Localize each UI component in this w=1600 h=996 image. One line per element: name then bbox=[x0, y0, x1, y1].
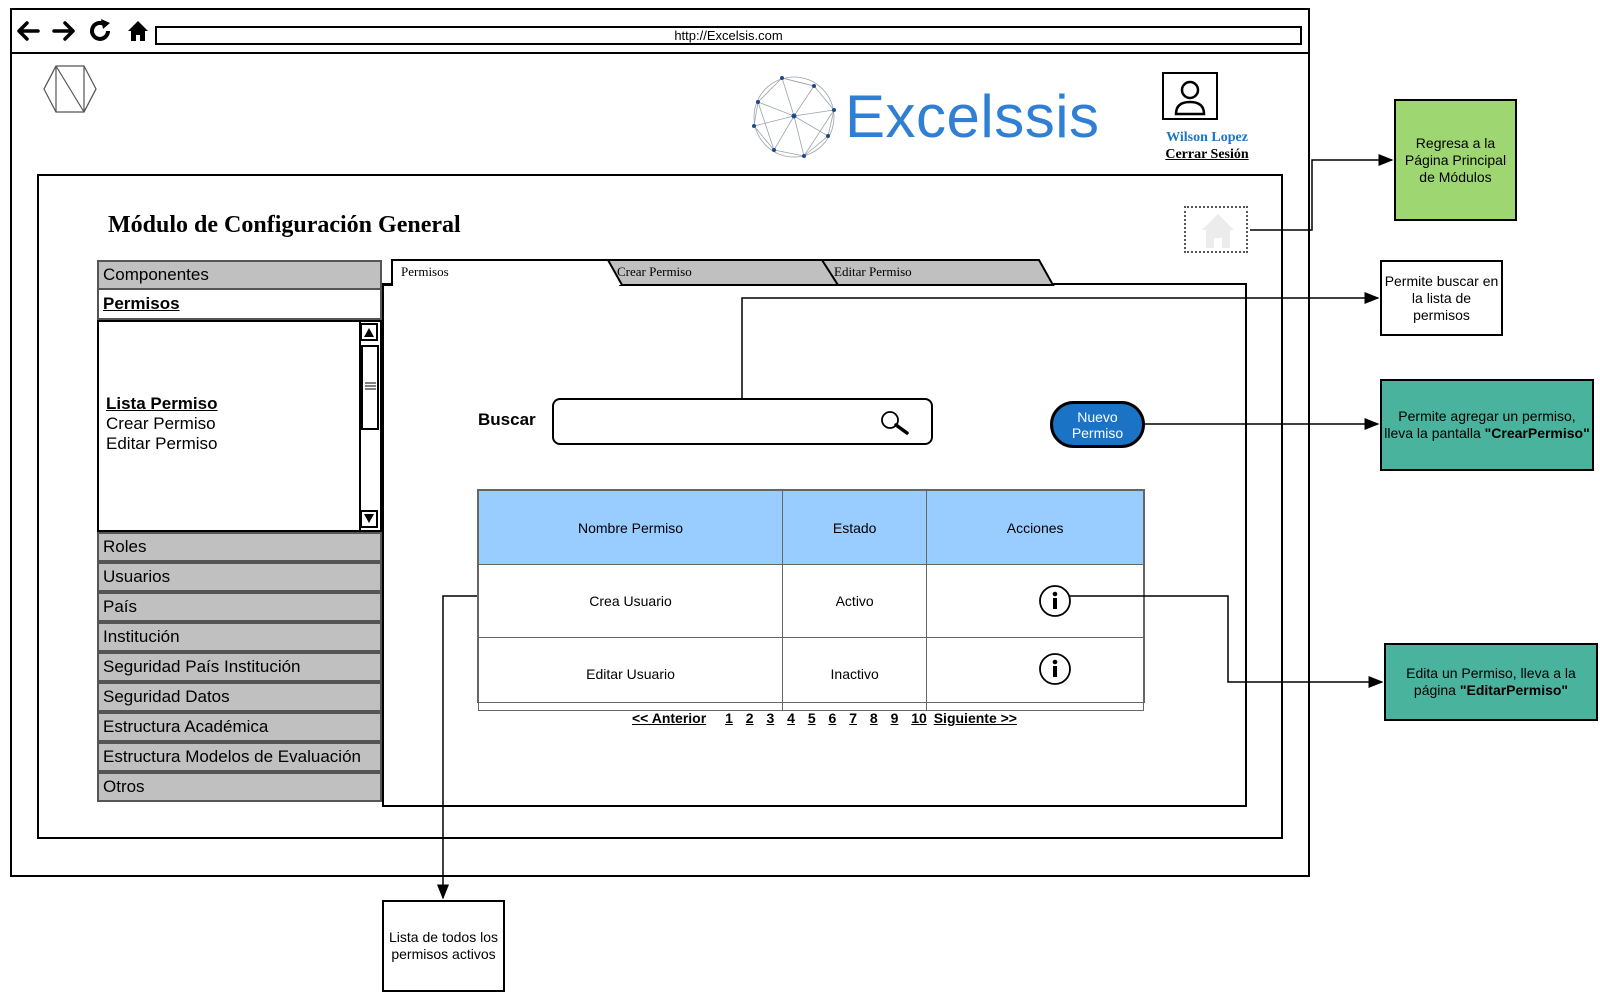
pagination-page-4[interactable]: 4 bbox=[787, 710, 795, 726]
pagination-page-3[interactable]: 3 bbox=[766, 710, 774, 726]
permissions-table: Nombre Permiso Estado Acciones Crea Usua… bbox=[477, 489, 1145, 711]
grip-icon bbox=[365, 382, 376, 390]
scroll-down-button[interactable] bbox=[360, 510, 378, 528]
sidebar-item-institucion[interactable]: Institución bbox=[97, 622, 382, 652]
pagination-page-1[interactable]: 1 bbox=[725, 710, 733, 726]
annotation-edit-target: "EditarPermiso" bbox=[1459, 682, 1569, 698]
annotation-list: Lista de todos los permisos activos bbox=[382, 900, 505, 992]
cell-estado: Activo bbox=[782, 564, 928, 638]
home-button[interactable] bbox=[1184, 206, 1248, 253]
sidebar-item-permisos[interactable]: Permisos bbox=[97, 288, 382, 320]
annotation-search: Permite buscar en la lista de permisos bbox=[1380, 260, 1503, 336]
brand-globe-icon bbox=[752, 76, 836, 158]
pagination-page-9[interactable]: 9 bbox=[891, 710, 899, 726]
sidebar-item-estructura-modelos[interactable]: Estructura Modelos de Evaluación bbox=[97, 742, 382, 772]
sidebar-item-estructura-academica[interactable]: Estructura Académica bbox=[97, 712, 382, 742]
submenu-item-lista-permiso[interactable]: Lista Permiso bbox=[106, 394, 218, 414]
cell-acciones bbox=[926, 637, 1144, 711]
column-header-acciones: Acciones bbox=[926, 490, 1144, 565]
home-icon bbox=[1202, 214, 1234, 248]
forward-arrow-icon[interactable] bbox=[50, 17, 78, 45]
search-label: Buscar bbox=[478, 410, 536, 429]
pagination-page-5[interactable]: 5 bbox=[808, 710, 816, 726]
user-icon bbox=[1174, 80, 1206, 116]
sidebar-item-seguridad-datos[interactable]: Seguridad Datos bbox=[97, 682, 382, 712]
app-logo-icon bbox=[43, 65, 97, 113]
annotation-home: Regresa a la Página Principal de Módulos bbox=[1394, 99, 1517, 221]
new-permission-button[interactable]: Nuevo Permiso bbox=[1050, 401, 1145, 448]
info-icon[interactable] bbox=[1038, 584, 1072, 618]
search-input[interactable] bbox=[552, 398, 933, 445]
annotation-edit-permission: Edita un Permiso, lleva a la página "Edi… bbox=[1384, 643, 1598, 721]
tab-editar-permiso[interactable]: Editar Permiso bbox=[834, 264, 912, 280]
sidebar-item-pais[interactable]: País bbox=[97, 592, 382, 622]
search-icon[interactable] bbox=[878, 410, 910, 436]
sidebar-item-componentes[interactable]: Componentes bbox=[97, 260, 382, 290]
annotation-new-permission: Permite agregar un permiso, lleva la pan… bbox=[1380, 379, 1594, 471]
cell-nombre: Editar Usuario bbox=[477, 637, 784, 711]
avatar[interactable] bbox=[1162, 72, 1218, 120]
cell-acciones bbox=[926, 564, 1144, 638]
triangle-up-icon bbox=[364, 328, 374, 337]
scroll-thumb[interactable] bbox=[361, 345, 379, 430]
column-header-estado: Estado bbox=[782, 490, 928, 565]
pagination: << Anterior 1 2 3 4 5 6 7 8 9 10 Siguien… bbox=[632, 710, 1026, 726]
submenu-item-editar-permiso[interactable]: Editar Permiso bbox=[106, 434, 217, 454]
table-row: Editar Usuario Inactivo bbox=[477, 637, 1144, 711]
info-icon[interactable] bbox=[1038, 652, 1072, 686]
tab-strip bbox=[382, 259, 1055, 286]
pagination-page-6[interactable]: 6 bbox=[829, 710, 837, 726]
annotation-new-target: "CrearPermiso" bbox=[1484, 425, 1590, 441]
reload-icon[interactable] bbox=[86, 17, 114, 45]
back-arrow-icon[interactable] bbox=[14, 17, 42, 45]
column-header-nombre: Nombre Permiso bbox=[477, 490, 784, 565]
sidebar-item-seguridad-pais-institucion[interactable]: Seguridad País Institución bbox=[97, 652, 382, 682]
tab-crear-permiso[interactable]: Crear Permiso bbox=[617, 264, 692, 280]
scroll-up-button[interactable] bbox=[360, 323, 378, 341]
new-permission-label-line1: Nuevo bbox=[1077, 408, 1118, 425]
tab-permisos[interactable]: Permisos bbox=[401, 264, 449, 280]
page-title: Módulo de Configuración General bbox=[108, 212, 461, 238]
pagination-next[interactable]: Siguiente >> bbox=[934, 710, 1017, 726]
cell-estado: Inactivo bbox=[782, 637, 928, 711]
table-row: Crea Usuario Activo bbox=[477, 564, 1144, 638]
table-header-row: Nombre Permiso Estado Acciones bbox=[477, 490, 1144, 565]
logout-link[interactable]: Cerrar Sesión bbox=[1142, 147, 1272, 163]
pagination-prev[interactable]: << Anterior bbox=[632, 710, 706, 726]
pagination-page-7[interactable]: 7 bbox=[849, 710, 857, 726]
pagination-page-10[interactable]: 10 bbox=[911, 710, 927, 726]
pagination-page-8[interactable]: 8 bbox=[870, 710, 878, 726]
brand-name: Excelssis bbox=[845, 83, 1100, 150]
triangle-down-icon bbox=[364, 514, 374, 523]
address-bar[interactable]: http://Excelsis.com bbox=[155, 26, 1302, 45]
pagination-page-2[interactable]: 2 bbox=[746, 710, 754, 726]
new-permission-label-line2: Permiso bbox=[1071, 424, 1124, 441]
sidebar-item-usuarios[interactable]: Usuarios bbox=[97, 562, 382, 592]
cell-nombre: Crea Usuario bbox=[477, 564, 784, 638]
user-name: Wilson Lopez bbox=[1166, 130, 1248, 145]
sidebar-item-otros[interactable]: Otros bbox=[97, 772, 382, 802]
sidebar-item-roles[interactable]: Roles bbox=[97, 532, 382, 562]
submenu-item-crear-permiso[interactable]: Crear Permiso bbox=[106, 414, 216, 434]
home-icon[interactable] bbox=[124, 17, 152, 45]
